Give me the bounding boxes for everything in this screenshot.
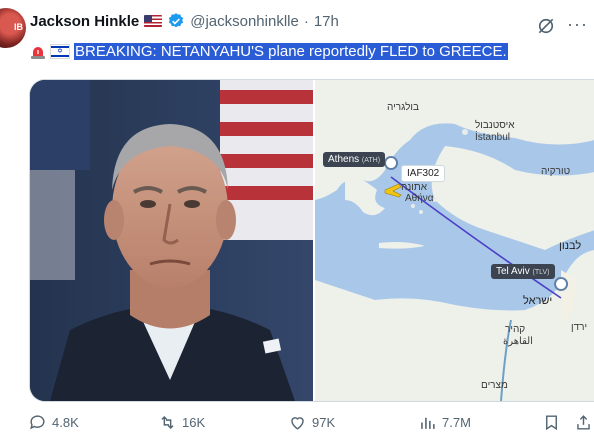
- avatar-overlay-text: IB: [14, 22, 23, 32]
- author-handle[interactable]: @jacksonhinklle: [190, 13, 299, 30]
- map-label-turkey: טורקיה: [541, 166, 571, 177]
- share-icon: [577, 415, 590, 430]
- israel-flag-icon: ✡: [50, 44, 70, 59]
- tweet-media[interactable]: בולגריה איסטנבול İstanbul טורקיה אתונה Α…: [29, 79, 594, 402]
- grok-icon[interactable]: [536, 16, 556, 36]
- tweet-actions: 4.8K 16K 97K 7.7M: [22, 413, 594, 435]
- views-count: 7.7M: [442, 415, 471, 430]
- map-label-cairo-ar: القاهرة: [503, 336, 533, 347]
- header-separator: ·: [303, 12, 309, 30]
- views-chart-icon: [421, 417, 435, 429]
- flight-tag: IAF302: [401, 165, 446, 182]
- netanyahu-photo[interactable]: [30, 80, 313, 401]
- map-label-cairo-he: קהיר: [505, 324, 526, 335]
- heart-icon: [291, 417, 304, 430]
- map-label-bulgaria: בולגריה: [387, 102, 419, 113]
- telaviv-callout: Tel Aviv (TLV): [491, 264, 555, 279]
- tweet-header: Jackson Hinkle @jacksonhinklle · 17h: [30, 12, 339, 30]
- flight-map[interactable]: בולגריה איסטנבול İstanbul טורקיה אתונה Α…: [315, 80, 594, 401]
- map-label-istanbul-he: איסטנבול: [475, 120, 515, 131]
- athens-callout-name: Athens: [328, 154, 360, 165]
- repost-button[interactable]: 16K: [158, 413, 205, 432]
- bookmark-icon: [546, 415, 557, 431]
- athens-callout-code: (ATH): [361, 157, 381, 164]
- repost-count: 16K: [182, 415, 206, 430]
- telaviv-callout-name: Tel Aviv: [496, 266, 530, 277]
- reply-count: 4.8K: [52, 415, 79, 430]
- map-label-egypt: מצרים: [481, 380, 508, 391]
- verified-badge-icon: [169, 13, 184, 28]
- siren-emoji-icon: [31, 46, 45, 59]
- tweet-time[interactable]: 17h: [314, 13, 339, 30]
- share-button[interactable]: [574, 413, 593, 432]
- more-options-icon[interactable]: ···: [567, 14, 588, 35]
- views-button[interactable]: 7.7M: [418, 413, 471, 432]
- author-avatar[interactable]: IB: [0, 8, 26, 48]
- author-name[interactable]: Jackson Hinkle: [30, 13, 139, 30]
- map-label-israel: ישראל: [523, 295, 553, 307]
- reply-button[interactable]: 4.8K: [28, 413, 79, 432]
- repost-icon: [161, 415, 174, 430]
- bookmark-button[interactable]: [542, 413, 561, 432]
- athens-callout: Athens (ATH): [323, 152, 386, 167]
- map-label-jordan: ירדן: [571, 322, 588, 333]
- tweet-text: BREAKING: NETANYAHU'S plane reportedly F…: [74, 43, 508, 60]
- map-label-athens-he: אתונה: [401, 182, 428, 193]
- map-label-lebanon: לבנון: [559, 240, 582, 252]
- map-label-athens-local: Αθήνα: [405, 193, 434, 204]
- like-count: 97K: [312, 415, 336, 430]
- tweet-text-row: ✡ BREAKING: NETANYAHU'S plane reportedly…: [30, 43, 508, 60]
- us-flag-icon: [144, 15, 163, 27]
- map-label-istanbul: İstanbul: [475, 132, 511, 143]
- reply-icon: [30, 415, 45, 430]
- like-button[interactable]: 97K: [288, 413, 335, 432]
- telaviv-callout-code: (TLV): [532, 269, 550, 276]
